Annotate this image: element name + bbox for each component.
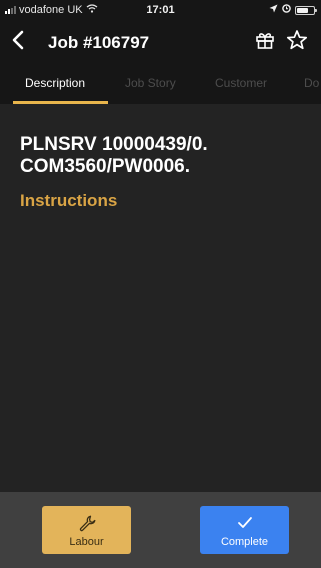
star-outline-icon — [286, 29, 308, 56]
job-reference-text: PLNSRV 10000439/0. COM3560/PW0006. — [20, 134, 208, 177]
location-arrow-icon — [269, 4, 278, 16]
action-bar: Labour Complete — [0, 492, 321, 568]
screen: vodafone UK 17:01 Job #106797 Descriptio… — [0, 0, 321, 568]
gift-button[interactable] — [252, 29, 278, 55]
tab-job-story[interactable]: Job Story — [125, 76, 176, 90]
labour-button[interactable]: Labour — [42, 506, 131, 554]
status-right — [269, 4, 317, 16]
back-button[interactable] — [6, 30, 30, 54]
tab-description[interactable]: Description — [25, 76, 85, 90]
tab-customer[interactable]: Customer — [215, 76, 267, 90]
description-panel: PLNSRV 10000439/0. COM3560/PW0006. Instr… — [0, 104, 321, 492]
tab-documents[interactable]: Do — [304, 76, 319, 90]
status-bar: vodafone UK 17:01 — [0, 0, 321, 20]
instructions-heading: Instructions — [20, 191, 118, 210]
gift-icon — [254, 29, 276, 56]
page-title: Job #106797 — [48, 33, 150, 52]
complete-label: Complete — [220, 535, 269, 548]
wrench-icon — [77, 513, 97, 533]
header-bar: Job #106797 — [0, 20, 321, 64]
labour-label: Labour — [69, 535, 104, 548]
favorite-button[interactable] — [284, 29, 310, 55]
battery-level — [297, 7, 308, 13]
complete-button[interactable]: Complete — [200, 506, 289, 554]
chevron-left-icon — [11, 30, 25, 55]
alarm-icon — [282, 4, 291, 16]
tab-bar: Description Job Story Customer Do — [0, 64, 321, 104]
checkmark-icon — [235, 513, 255, 533]
battery-icon — [295, 5, 317, 15]
